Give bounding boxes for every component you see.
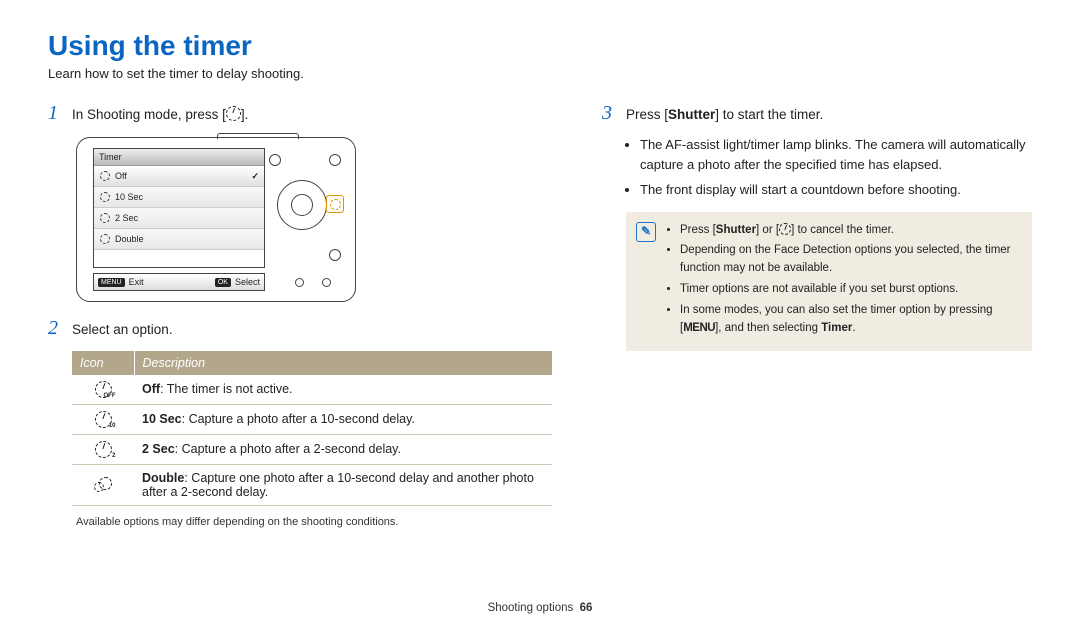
timer-button-highlight xyxy=(326,195,344,213)
camera-screen: Timer Off ✓ 10 Sec 2 Sec Double xyxy=(93,148,265,268)
table-row: 2 2 Sec: Capture a photo after a 2-secon… xyxy=(72,434,552,464)
step-2-text: Select an option. xyxy=(72,318,173,340)
timer-2sec-icon: 2 xyxy=(95,441,112,458)
screen-option-double: Double xyxy=(94,229,264,250)
option-name: Off xyxy=(142,382,160,396)
page-footer: Shooting options 66 xyxy=(0,602,1080,614)
timer-10-mini-icon xyxy=(100,192,110,202)
note-text: . xyxy=(852,322,855,334)
step-number: 2 xyxy=(48,318,72,338)
option-label: Off xyxy=(115,171,127,181)
screen-option-off: Off ✓ xyxy=(94,166,264,187)
footer-section: Shooting options xyxy=(488,602,574,614)
screen-title: Timer xyxy=(94,149,264,166)
intro-text: Learn how to set the timer to delay shoo… xyxy=(48,66,1032,81)
bullet-item: The front display will start a countdown… xyxy=(640,180,1032,200)
note-text: ], and then selecting xyxy=(715,322,821,334)
timer-2-mini-icon xyxy=(100,213,110,223)
timer-double-mini-icon xyxy=(100,234,110,244)
screen-footer: MENU Exit OK Select xyxy=(93,273,265,291)
camera-illustration: Timer Off ✓ 10 Sec 2 Sec Double xyxy=(76,137,356,302)
note-item: Timer options are not available if you s… xyxy=(680,281,1018,299)
note-item: In some modes, you can also set the time… xyxy=(680,302,1018,338)
option-desc: : Capture a photo after a 10-second dela… xyxy=(182,412,415,426)
bullet-item: The AF-assist light/timer lamp blinks. T… xyxy=(640,135,1032,175)
note-box: ✎ Press [Shutter] or [ ] to cancel the ti… xyxy=(626,212,1032,351)
step-number: 1 xyxy=(48,103,72,123)
shutter-label: Shutter xyxy=(668,107,715,122)
screen-option-10sec: 10 Sec xyxy=(94,187,264,208)
footnote: Available options may differ depending o… xyxy=(76,516,552,528)
step-1: 1 In Shooting mode, press []. xyxy=(48,103,552,125)
option-label: 2 Sec xyxy=(115,213,138,223)
timer-double-icon xyxy=(94,477,112,492)
table-row: OFF Off: The timer is not active. xyxy=(72,375,552,405)
step-3-text: Press [Shutter] to start the timer. xyxy=(626,103,823,125)
menu-button-label: MENU xyxy=(98,278,125,287)
option-name: Double xyxy=(142,471,184,485)
step-1-text: In Shooting mode, press []. xyxy=(72,103,248,125)
menu-label: MENU xyxy=(683,322,715,334)
option-desc: : Capture one photo after a 10-second de… xyxy=(142,471,534,499)
option-desc: : Capture a photo after a 2-second delay… xyxy=(175,442,401,456)
camera-button xyxy=(329,154,341,166)
th-icon: Icon xyxy=(72,351,134,375)
note-text: ] or [ xyxy=(756,224,779,236)
step-2: 2 Select an option. xyxy=(48,318,552,340)
step-3-prefix: Press [ xyxy=(626,107,668,122)
option-name: 10 Sec xyxy=(142,412,182,426)
step-3-bullets: The AF-assist light/timer lamp blinks. T… xyxy=(626,135,1032,199)
option-desc: : The timer is not active. xyxy=(160,382,292,396)
timer-10sec-icon: 10 xyxy=(95,411,112,428)
note-item: Press [Shutter] or [ ] to cancel the time… xyxy=(680,222,1018,240)
exit-label: Exit xyxy=(129,277,144,287)
right-column: 3 Press [Shutter] to start the timer. Th… xyxy=(602,95,1032,528)
note-item: Depending on the Face Detection options … xyxy=(680,242,1018,278)
step-number: 3 xyxy=(602,103,626,123)
footer-page-number: 66 xyxy=(580,602,593,614)
step-1-prefix: In Shooting mode, press [ xyxy=(72,107,226,122)
camera-bottom-buttons xyxy=(295,278,331,287)
option-name: 2 Sec xyxy=(142,442,175,456)
option-label: 10 Sec xyxy=(115,192,143,202)
camera-button xyxy=(269,154,281,166)
th-description: Description xyxy=(134,351,552,375)
timer-icon xyxy=(226,106,241,121)
left-column: 1 In Shooting mode, press []. Timer Off … xyxy=(48,95,552,528)
table-row: 10 10 Sec: Capture a photo after a 10-se… xyxy=(72,404,552,434)
page-title: Using the timer xyxy=(48,30,1032,62)
table-row: Double: Capture one photo after a 10-sec… xyxy=(72,464,552,505)
step-3: 3 Press [Shutter] to start the timer. xyxy=(602,103,1032,125)
check-icon: ✓ xyxy=(251,171,259,182)
step-3-suffix: ] to start the timer. xyxy=(715,107,823,122)
timer-off-icon: OFF xyxy=(95,381,112,398)
screen-option-2sec: 2 Sec xyxy=(94,208,264,229)
timer-icon xyxy=(779,223,791,235)
options-table: Icon Description OFF Off: The timer is n… xyxy=(72,351,552,506)
note-icon: ✎ xyxy=(636,222,656,242)
note-text: ] to cancel the timer. xyxy=(791,224,894,236)
step-1-suffix: ]. xyxy=(241,107,249,122)
ok-button-label: OK xyxy=(215,278,231,287)
option-label: Double xyxy=(115,234,144,244)
shutter-label: Shutter xyxy=(716,224,756,236)
timer-off-mini-icon xyxy=(100,171,110,181)
select-label: Select xyxy=(235,277,260,287)
timer-label: Timer xyxy=(821,322,852,334)
camera-button xyxy=(329,249,341,261)
note-text: Press [ xyxy=(680,224,716,236)
dpad-control xyxy=(277,180,327,230)
